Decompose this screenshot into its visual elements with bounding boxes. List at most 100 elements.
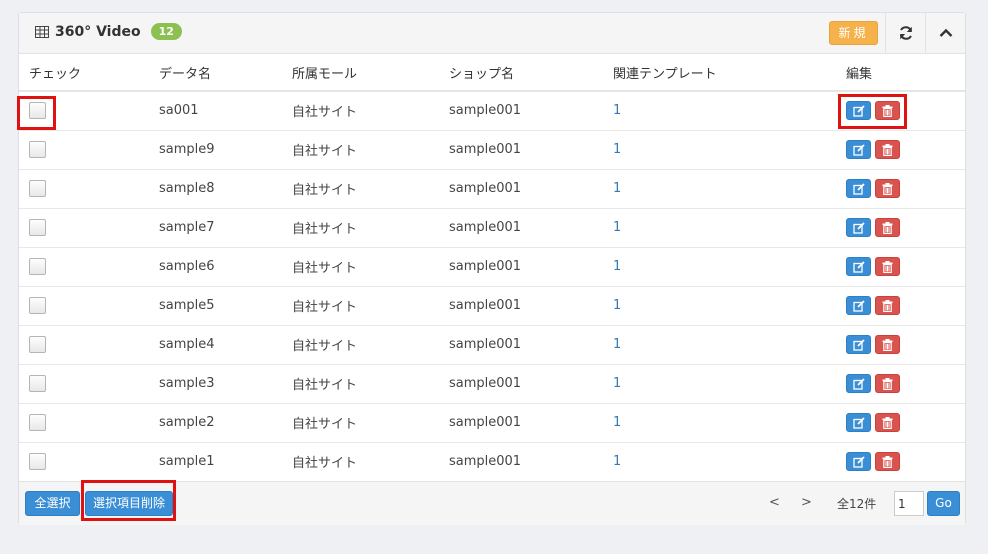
row-edit-cell (846, 169, 965, 209)
row-template-link[interactable]: 1 (613, 142, 621, 157)
trash-icon (882, 416, 893, 429)
row-mall: 自社サイト (292, 91, 449, 131)
row-actions (846, 179, 965, 198)
row-shop: sample001 (449, 325, 613, 365)
row-template-link[interactable]: 1 (613, 415, 621, 430)
row-data-name: sample9 (159, 130, 292, 170)
edit-icon (852, 143, 865, 156)
row-mall: 自社サイト (292, 169, 449, 209)
select-all-button[interactable]: 全選択 (25, 491, 80, 516)
total-count: 全12件 (837, 497, 877, 511)
row-checkbox[interactable] (29, 219, 46, 236)
delete-selected-button[interactable]: 選択項目削除 (85, 491, 173, 516)
edit-button[interactable] (846, 296, 871, 315)
row-edit-cell (846, 91, 965, 131)
row-template-cell: 1 (613, 130, 846, 170)
row-shop: sample001 (449, 364, 613, 404)
chevron-up-icon (939, 28, 952, 37)
table-header-row: チェック データ名 所属モール ショップ名 関連テンプレート 編集 (19, 54, 965, 92)
table-row: sample3 自社サイト sample001 1 (19, 364, 965, 404)
trash-icon (882, 377, 893, 390)
panel-title-wrap: 360° Video 12 (35, 23, 182, 40)
panel-header: 360° Video 12 新規 (19, 13, 965, 54)
edit-button[interactable] (846, 218, 871, 237)
edit-icon (852, 221, 865, 234)
row-shop: sample001 (449, 403, 613, 443)
edit-button[interactable] (846, 335, 871, 354)
edit-icon (852, 299, 865, 312)
row-template-link[interactable]: 1 (613, 376, 621, 391)
row-template-link[interactable]: 1 (613, 454, 621, 469)
delete-button[interactable] (875, 335, 900, 354)
row-template-link[interactable]: 1 (613, 337, 621, 352)
row-actions (846, 296, 965, 315)
row-shop: sample001 (449, 286, 613, 326)
row-template-link[interactable]: 1 (613, 220, 621, 235)
row-checkbox[interactable] (29, 453, 46, 470)
row-shop: sample001 (449, 169, 613, 209)
row-checkbox[interactable] (29, 297, 46, 314)
row-template-link[interactable]: 1 (613, 259, 621, 274)
go-button[interactable]: Go (927, 491, 960, 516)
trash-icon (882, 260, 893, 273)
row-mall: 自社サイト (292, 247, 449, 287)
row-data-name: sample4 (159, 325, 292, 365)
row-actions (846, 101, 965, 121)
row-checkbox[interactable] (29, 180, 46, 197)
row-shop: sample001 (449, 91, 613, 131)
trash-icon (882, 143, 893, 156)
data-table: チェック データ名 所属モール ショップ名 関連テンプレート 編集 sa001 自… (19, 54, 965, 482)
row-edit-cell (846, 286, 965, 326)
row-checkbox[interactable] (29, 258, 46, 275)
row-template-link[interactable]: 1 (613, 298, 621, 313)
row-template-link[interactable]: 1 (613, 103, 621, 118)
row-shop: sample001 (449, 442, 613, 482)
row-shop: sample001 (449, 247, 613, 287)
collapse-button[interactable] (925, 13, 965, 53)
delete-button[interactable] (875, 218, 900, 237)
edit-icon (852, 260, 865, 273)
row-actions (846, 140, 965, 159)
delete-button[interactable] (875, 452, 900, 471)
pager-prev-link[interactable]: < (769, 495, 780, 510)
edit-button[interactable] (846, 179, 871, 198)
row-check-cell (19, 364, 159, 404)
panel-footer: 全選択 選択項目削除 < > 全12件 Go (19, 481, 965, 525)
row-template-cell: 1 (613, 325, 846, 365)
new-button[interactable]: 新規 (829, 21, 878, 45)
table-row: sample2 自社サイト sample001 1 (19, 403, 965, 443)
row-check-cell (19, 91, 159, 131)
delete-button[interactable] (875, 140, 900, 159)
edit-button[interactable] (846, 257, 871, 276)
edit-button[interactable] (846, 413, 871, 432)
edit-icon (852, 416, 865, 429)
row-checkbox[interactable] (29, 336, 46, 353)
delete-button[interactable] (875, 374, 900, 393)
refresh-button[interactable] (885, 13, 925, 53)
delete-button[interactable] (875, 179, 900, 198)
edit-button[interactable] (846, 101, 871, 121)
table-row: sample5 自社サイト sample001 1 (19, 286, 965, 326)
delete-button[interactable] (875, 413, 900, 432)
edit-button[interactable] (846, 140, 871, 159)
row-mall: 自社サイト (292, 130, 449, 170)
table-row: sample8 自社サイト sample001 1 (19, 169, 965, 209)
row-checkbox[interactable] (29, 141, 46, 158)
pager-next-link[interactable]: > (801, 495, 812, 510)
row-edit-cell (846, 442, 965, 482)
edit-button[interactable] (846, 452, 871, 471)
row-template-link[interactable]: 1 (613, 181, 621, 196)
page-number-input[interactable] (894, 491, 924, 516)
delete-button[interactable] (875, 296, 900, 315)
delete-button[interactable] (875, 101, 900, 121)
row-checkbox[interactable] (29, 102, 46, 120)
delete-button[interactable] (875, 257, 900, 276)
edit-button[interactable] (846, 374, 871, 393)
row-checkbox[interactable] (29, 414, 46, 431)
row-data-name: sample3 (159, 364, 292, 404)
col-header-edit: 編集 (846, 54, 965, 92)
row-checkbox[interactable] (29, 375, 46, 392)
row-check-cell (19, 130, 159, 170)
col-header-check: チェック (19, 54, 159, 92)
trash-icon (882, 299, 893, 312)
